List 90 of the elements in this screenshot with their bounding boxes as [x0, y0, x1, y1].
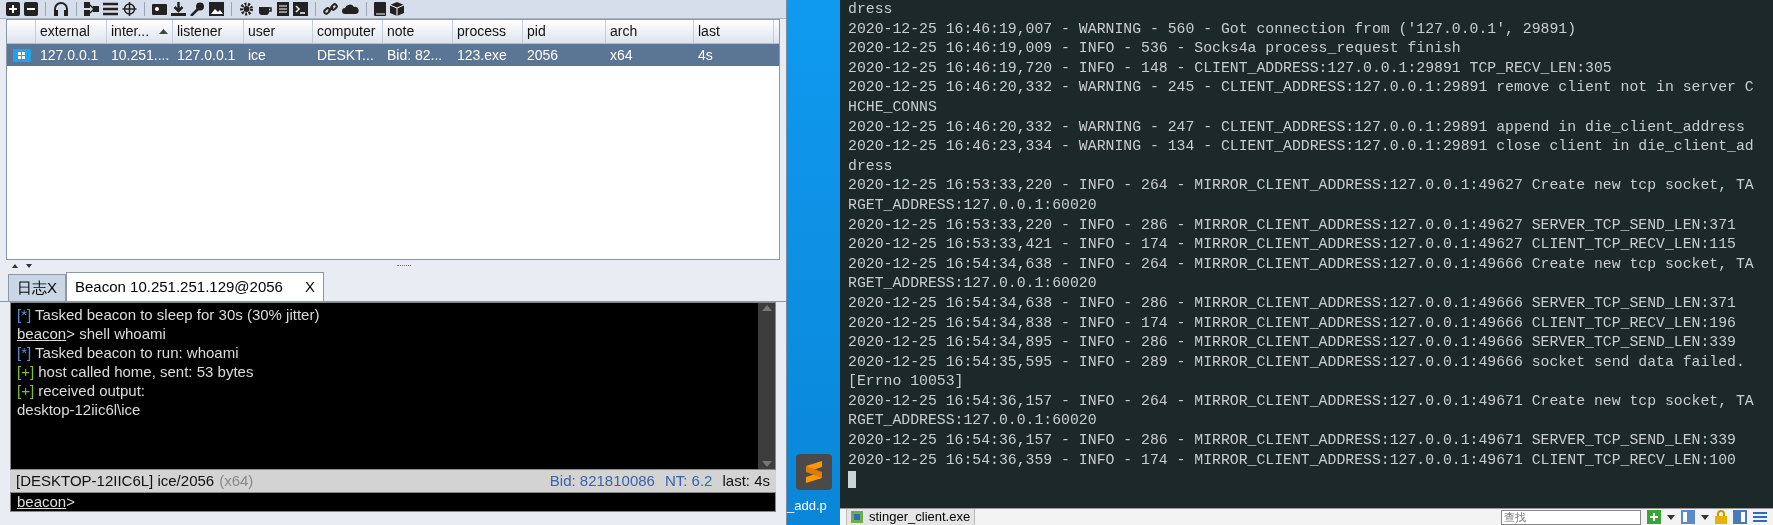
log-line: 2020-12-25 16:46:19,009 - INFO - 536 - Socks4a process_request finish [848, 39, 1461, 59]
log-line: RGET_ADDRESS:127.0.0.1:60020 [848, 195, 1097, 215]
column-header[interactable]: note [383, 20, 453, 43]
table-cell: x64 [610, 46, 633, 63]
scroll-down-icon[interactable] [761, 461, 772, 467]
console-line: [*] Tasked beacon to sleep for 30s (30% jitter) [17, 305, 321, 324]
column-header[interactable]: listener [173, 20, 244, 43]
crosshair-icon[interactable] [122, 2, 137, 16]
cube-icon[interactable] [390, 2, 404, 16]
console-line: desktop-12iic6l\ice [17, 400, 142, 419]
headphones-icon[interactable] [53, 2, 69, 16]
column-header[interactable]: pid [523, 20, 606, 43]
table-cell: DESKT... [317, 46, 374, 63]
id-card-icon[interactable] [152, 2, 167, 16]
table-cell: ice [248, 46, 266, 63]
column-header[interactable]: external [36, 20, 107, 43]
table-row[interactable]: 127.0.0.1 10.251.... 127.0.0.1 ice DESKT... Bid: 82... 123.exe 2056 x64 4s [7, 44, 779, 66]
download-icon[interactable] [171, 2, 186, 16]
table-cell: Bid: 82... [387, 46, 443, 63]
text-cursor [848, 471, 856, 489]
console-line: [*] Tasked beacon to run: whoami [17, 343, 240, 362]
list-icon[interactable] [103, 2, 118, 16]
table-cell: 127.0.0.1 [177, 46, 236, 63]
log-line: 2020-12-25 16:46:19,007 - WARNING - 560 - Got connection from ('127.0.0.1', 29891) [848, 19, 1577, 39]
key-icon[interactable] [190, 2, 205, 16]
splitter-handle[interactable] [397, 264, 411, 268]
column-header[interactable]: user [244, 20, 313, 43]
caret-icon[interactable] [1701, 514, 1709, 520]
app-icon [851, 511, 863, 523]
image-icon[interactable] [209, 2, 224, 16]
log-line: 2020-12-25 16:46:23,334 - WARNING - 134 - CLIENT_ADDRESS:127.0.0.1:29891 close client in die_client_ad [848, 137, 1754, 157]
table-cell: 123.exe [457, 46, 507, 63]
book-icon[interactable] [374, 2, 386, 16]
log-line: 2020-12-25 16:53:33,220 - INFO - 264 - MIRROR_CLIENT_ADDRESS:127.0.0.1:49627 Create new tcp socket, TA [848, 176, 1754, 196]
log-line: 2020-12-25 16:54:36,157 - INFO - 264 - MIRROR_CLIENT_ADDRESS:127.0.0.1:49671 Create new tcp socket, TA [848, 391, 1754, 411]
console-line: [+] host called home, sent: 53 bytes [17, 362, 255, 381]
log-line: 2020-12-25 16:46:19,720 - INFO - 148 - CLIENT_ADDRESS:127.0.0.1:29891 TCP_RECV_LEN:305 [848, 58, 1612, 78]
log-line: 2020-12-25 16:54:35,595 - INFO - 289 - MIRROR_CLIENT_ADDRESS:127.0.0.1:49666 socket send data failed. [848, 352, 1745, 372]
scroll-up-icon[interactable] [761, 305, 772, 311]
collapse-arrows-icon[interactable] [12, 263, 34, 269]
column-header[interactable]: computer [313, 20, 383, 43]
add-icon[interactable] [6, 2, 20, 16]
link-icon[interactable] [323, 2, 338, 16]
file-label[interactable]: _add.p [787, 495, 827, 515]
log-line: RGET_ADDRESS:127.0.0.1:60020 [848, 411, 1097, 431]
scrollbar[interactable] [758, 303, 775, 469]
log-line: 2020-12-25 16:46:20,332 - WARNING - 247 - CLIENT_ADDRESS:127.0.0.1:29891 append in die_client_address [848, 117, 1745, 137]
tab[interactable]: Beacon 10.251.251.129@2056 X [66, 272, 324, 301]
log-line: [Errno 10053] [848, 372, 964, 392]
log-line: 2020-12-25 16:54:36,157 - INFO - 286 - MIRROR_CLIENT_ADDRESS:127.0.0.1:49671 SERVER_TCP_SEND_LEN:339 [848, 431, 1736, 451]
windows-monitor-icon [12, 48, 31, 62]
window-icon[interactable] [1681, 510, 1695, 524]
log-line: dress [848, 0, 893, 19]
log-line: 2020-12-25 16:54:34,895 - INFO - 286 - MIRROR_CLIENT_ADDRESS:127.0.0.1:49666 SERVER_TCP_SEND_LEN:339 [848, 333, 1736, 353]
settings-icon[interactable] [239, 2, 254, 16]
log-line: 2020-12-25 16:54:34,638 - INFO - 264 - MIRROR_CLIENT_ADDRESS:127.0.0.1:49666 Create new tcp socket, TA [848, 254, 1754, 274]
taskbar-window-label: stinger_client.exe [869, 508, 971, 525]
table-cell: 127.0.0.1 [40, 46, 99, 63]
log-line: dress [848, 156, 893, 176]
log-line: RGET_ADDRESS:127.0.0.1:60020 [848, 274, 1097, 294]
console-line: beacon> shell whoami [17, 324, 167, 343]
terminal-icon[interactable] [293, 2, 308, 16]
log-line: HCHE_CONNS [848, 97, 937, 117]
tab[interactable]: 日志X [8, 274, 66, 301]
log-line: 2020-12-25 16:46:20,332 - WARNING - 245 - CLIENT_ADDRESS:127.0.0.1:29891 remove client not in server C [848, 78, 1754, 98]
console-line: [+] received output: [17, 381, 146, 400]
editor-app-icon[interactable] [795, 453, 832, 490]
column-header[interactable]: inter... [107, 20, 173, 43]
log-line: 2020-12-25 16:54:36,359 - INFO - 174 - MIRROR_CLIENT_ADDRESS:127.0.0.1:49671 CLIENT_TCP_RECV_LEN:100 [848, 450, 1736, 470]
column-header[interactable]: arch [606, 20, 694, 43]
graph-icon[interactable] [84, 2, 99, 16]
log-line: 2020-12-25 16:53:33,220 - INFO - 286 - MIRROR_CLIENT_ADDRESS:127.0.0.1:49627 SERVER_TCP_SEND_LEN:371 [848, 215, 1736, 235]
log-line: 2020-12-25 16:54:34,838 - INFO - 174 - MIRROR_CLIENT_ADDRESS:127.0.0.1:49666 CLIENT_TCP_RECV_LEN:196 [848, 313, 1736, 333]
caret-icon[interactable] [1667, 514, 1675, 520]
table-cell: 2056 [527, 46, 559, 63]
close-tab-button[interactable]: X [304, 275, 315, 299]
taskbar-button[interactable]: stinger_client.exe [846, 508, 976, 525]
log-line: 2020-12-25 16:54:34,638 - INFO - 286 - MIRROR_CLIENT_ADDRESS:127.0.0.1:49666 SERVER_TCP_SEND_LEN:371 [848, 293, 1736, 313]
panel-icon[interactable] [1733, 510, 1747, 524]
column-header[interactable]: last [694, 20, 774, 43]
document-icon[interactable] [277, 2, 289, 16]
command-input[interactable]: beacon> [17, 490, 75, 514]
menu-icon[interactable] [1753, 511, 1767, 523]
table-cell: 4s [698, 46, 713, 63]
column-header[interactable]: process [453, 20, 523, 43]
status-bar: [DESKTOP-12IIC6L] ice/2056 (x64) Bid: 821810086 NT: 6.2 last: 4s [10, 470, 776, 492]
table-cell: 10.251.... [111, 46, 170, 63]
log-line: 2020-12-25 16:53:33,421 - INFO - 174 - MIRROR_CLIENT_ADDRESS:127.0.0.1:49627 CLIENT_TCP_RECV_LEN:115 [848, 235, 1736, 255]
remove-icon[interactable] [24, 2, 38, 16]
cloud-icon[interactable] [342, 2, 359, 16]
